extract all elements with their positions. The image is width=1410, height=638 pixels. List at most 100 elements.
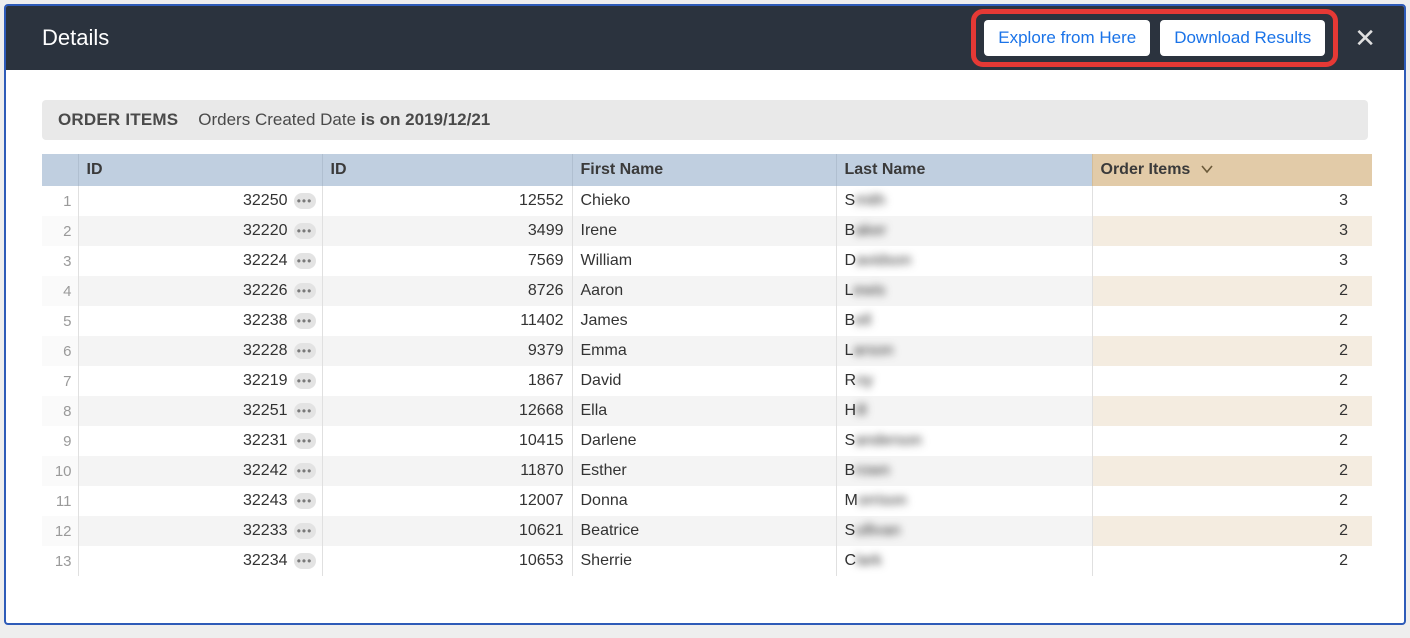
more-icon[interactable]: •••: [294, 373, 316, 389]
cell-id2[interactable]: 7569: [322, 246, 572, 276]
cell-first-name[interactable]: James: [572, 306, 836, 336]
cell-order-items[interactable]: 2: [1092, 426, 1372, 456]
cell-first-name[interactable]: Aaron: [572, 276, 836, 306]
cell-id1[interactable]: 32242•••: [78, 456, 322, 486]
modal-title: Details: [42, 25, 109, 51]
more-icon[interactable]: •••: [294, 313, 316, 329]
cell-order-items[interactable]: 3: [1092, 186, 1372, 216]
cell-id2[interactable]: 12668: [322, 396, 572, 426]
row-number: 13: [42, 546, 78, 576]
more-icon[interactable]: •••: [294, 343, 316, 359]
cell-first-name[interactable]: Emma: [572, 336, 836, 366]
cell-last-name[interactable]: Morrison: [836, 486, 1092, 516]
cell-last-name[interactable]: Hill: [836, 396, 1092, 426]
cell-last-name[interactable]: Larson: [836, 336, 1092, 366]
cell-order-items[interactable]: 2: [1092, 516, 1372, 546]
cell-first-name[interactable]: William: [572, 246, 836, 276]
download-results-button[interactable]: Download Results: [1160, 20, 1325, 56]
cell-order-items[interactable]: 2: [1092, 396, 1372, 426]
cell-first-name[interactable]: Chieko: [572, 186, 836, 216]
table-row: 1332234•••10653SherrieClark2: [42, 546, 1372, 576]
cell-order-items[interactable]: 2: [1092, 336, 1372, 366]
cell-order-items[interactable]: 2: [1092, 486, 1372, 516]
cell-order-items[interactable]: 2: [1092, 306, 1372, 336]
col-order-items[interactable]: Order Items: [1092, 154, 1372, 186]
cell-id1[interactable]: 32231•••: [78, 426, 322, 456]
more-icon[interactable]: •••: [294, 463, 316, 479]
cell-id1[interactable]: 32233•••: [78, 516, 322, 546]
cell-id1[interactable]: 32250•••: [78, 186, 322, 216]
cell-order-items[interactable]: 2: [1092, 456, 1372, 486]
cell-last-name[interactable]: Sanderson: [836, 426, 1092, 456]
col-id2[interactable]: ID: [322, 154, 572, 186]
more-icon[interactable]: •••: [294, 523, 316, 539]
cell-id2[interactable]: 12007: [322, 486, 572, 516]
cell-id2[interactable]: 11402: [322, 306, 572, 336]
more-icon[interactable]: •••: [294, 403, 316, 419]
cell-last-name[interactable]: Bell: [836, 306, 1092, 336]
col-order-items-label: Order Items: [1101, 161, 1191, 178]
cell-id1[interactable]: 32220•••: [78, 216, 322, 246]
more-icon[interactable]: •••: [294, 193, 316, 209]
cell-order-items[interactable]: 2: [1092, 366, 1372, 396]
row-number: 10: [42, 456, 78, 486]
cell-first-name[interactable]: David: [572, 366, 836, 396]
table-row: 932231•••10415DarleneSanderson2: [42, 426, 1372, 456]
results-table: ID ID First Name Last Name Order Items 1: [42, 154, 1372, 576]
close-icon[interactable]: ✕: [1352, 25, 1378, 51]
col-last-name[interactable]: Last Name: [836, 154, 1092, 186]
cell-order-items[interactable]: 3: [1092, 246, 1372, 276]
cell-id2[interactable]: 11870: [322, 456, 572, 486]
cell-id2[interactable]: 10621: [322, 516, 572, 546]
cell-id2[interactable]: 1867: [322, 366, 572, 396]
cell-id2[interactable]: 10653: [322, 546, 572, 576]
cell-id1[interactable]: 32234•••: [78, 546, 322, 576]
cell-first-name[interactable]: Darlene: [572, 426, 836, 456]
cell-id2[interactable]: 9379: [322, 336, 572, 366]
more-icon[interactable]: •••: [294, 223, 316, 239]
cell-id1[interactable]: 32228•••: [78, 336, 322, 366]
cell-last-name[interactable]: Lewis: [836, 276, 1092, 306]
more-icon[interactable]: •••: [294, 283, 316, 299]
cell-id2[interactable]: 3499: [322, 216, 572, 246]
cell-first-name[interactable]: Ella: [572, 396, 836, 426]
more-icon[interactable]: •••: [294, 493, 316, 509]
table-row: 332224•••7569WilliamDavidson3: [42, 246, 1372, 276]
cell-last-name[interactable]: Smith: [836, 186, 1092, 216]
cell-first-name[interactable]: Beatrice: [572, 516, 836, 546]
cell-order-items[interactable]: 2: [1092, 276, 1372, 306]
cell-id1[interactable]: 32224•••: [78, 246, 322, 276]
modal-content: ORDER ITEMS Orders Created Date is on 20…: [6, 70, 1404, 576]
cell-last-name[interactable]: Clark: [836, 546, 1092, 576]
row-number: 2: [42, 216, 78, 246]
col-first-name[interactable]: First Name: [572, 154, 836, 186]
cell-first-name[interactable]: Donna: [572, 486, 836, 516]
cell-id2[interactable]: 10415: [322, 426, 572, 456]
more-icon[interactable]: •••: [294, 433, 316, 449]
cell-last-name[interactable]: Roy: [836, 366, 1092, 396]
cell-order-items[interactable]: 3: [1092, 216, 1372, 246]
explore-from-here-button[interactable]: Explore from Here: [984, 20, 1150, 56]
cell-last-name[interactable]: Brown: [836, 456, 1092, 486]
row-number: 8: [42, 396, 78, 426]
cell-id1[interactable]: 32219•••: [78, 366, 322, 396]
more-icon[interactable]: •••: [294, 253, 316, 269]
cell-last-name[interactable]: Baker: [836, 216, 1092, 246]
row-number: 12: [42, 516, 78, 546]
cell-first-name[interactable]: Sherrie: [572, 546, 836, 576]
cell-id2[interactable]: 12552: [322, 186, 572, 216]
cell-id1[interactable]: 32251•••: [78, 396, 322, 426]
col-id1[interactable]: ID: [78, 154, 322, 186]
cell-last-name[interactable]: Sullivan: [836, 516, 1092, 546]
cell-order-items[interactable]: 2: [1092, 546, 1372, 576]
more-icon[interactable]: •••: [294, 553, 316, 569]
cell-id1[interactable]: 32238•••: [78, 306, 322, 336]
cell-id1[interactable]: 32243•••: [78, 486, 322, 516]
table-row: 232220•••3499IreneBaker3: [42, 216, 1372, 246]
cell-first-name[interactable]: Esther: [572, 456, 836, 486]
cell-id2[interactable]: 8726: [322, 276, 572, 306]
cell-last-name[interactable]: Davidson: [836, 246, 1092, 276]
cell-first-name[interactable]: Irene: [572, 216, 836, 246]
cell-id1[interactable]: 32226•••: [78, 276, 322, 306]
row-number: 1: [42, 186, 78, 216]
